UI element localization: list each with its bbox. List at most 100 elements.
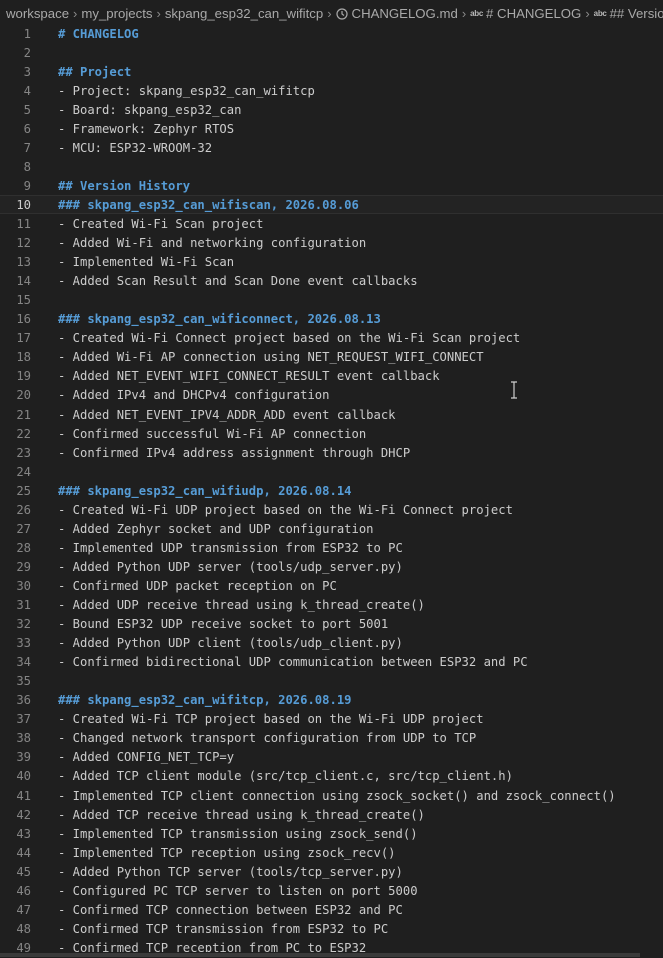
text-cursor-icon <box>509 381 519 399</box>
editor-line[interactable]: 46 - Configured PC TCP server to listen o… <box>0 881 663 900</box>
breadcrumb-item-workspace[interactable]: workspace <box>6 6 69 21</box>
editor-line[interactable]: 6 - Framework: Zephyr RTOS <box>0 119 663 138</box>
editor-line[interactable]: 40 - Added TCP client module (src/tcp_cli… <box>0 767 663 786</box>
editor-line[interactable]: 21 - Added NET_EVENT_IPV4_ADDR_ADD event … <box>0 405 663 424</box>
line-number: 1 <box>23 26 31 41</box>
line-text: - Implemented UDP transmission from ESP3… <box>58 540 403 555</box>
scrollbar-thumb[interactable] <box>0 953 640 957</box>
editor-line[interactable]: 4 - Project: skpang_esp32_can_wifitcp <box>0 81 663 100</box>
line-number: 23 <box>16 445 31 460</box>
line-number: 33 <box>16 636 31 651</box>
line-number: 6 <box>23 121 31 136</box>
breadcrumb-item-project-folder[interactable]: skpang_esp32_can_wifitcp <box>165 6 323 21</box>
line-number: 20 <box>16 388 31 403</box>
editor-line[interactable]: 23 - Confirmed IPv4 address assignment th… <box>0 443 663 462</box>
line-text: - Confirmed UDP packet reception on PC <box>58 578 337 593</box>
line-text: - Added Python TCP server (tools/tcp_ser… <box>58 864 403 879</box>
line-number: 31 <box>16 598 31 612</box>
line-text: - MCU: ESP32-WROOM-32 <box>58 140 213 155</box>
editor-line[interactable]: 3 ## Project <box>0 62 663 81</box>
editor-line[interactable]: 42 - Added TCP receive thread using k_thr… <box>0 805 663 824</box>
editor-line[interactable]: 30 - Confirmed UDP packet reception on PC <box>0 576 663 595</box>
editor-line[interactable]: 31 - Added UDP receive thread using k_thr… <box>0 596 663 615</box>
editor-line[interactable]: 47 - Confirmed TCP connection between ESP… <box>0 900 663 919</box>
editor-line[interactable]: 36 ### skpang_esp32_can_wifitcp, 2026.08.… <box>0 691 663 710</box>
editor-line[interactable]: 16 ### skpang_esp32_can_wificonnect, 2026… <box>0 310 663 329</box>
editor-line[interactable]: 41 - Implemented TCP client connection us… <box>0 786 663 805</box>
breadcrumb-item-changelog-symbol[interactable]: # CHANGELOG <box>486 6 581 21</box>
line-text: - Created Wi-Fi UDP project based on the… <box>58 502 513 517</box>
editor-line[interactable]: 2 <box>0 43 663 62</box>
editor-line[interactable]: 43 - Implemented TCP transmission using z… <box>0 824 663 843</box>
editor-line[interactable]: 5 - Board: skpang_esp32_can <box>0 100 663 119</box>
editor-line[interactable]: 22 - Confirmed successful Wi-Fi AP connec… <box>0 424 663 443</box>
line-text: - Added Python UDP server (tools/udp_ser… <box>58 559 403 574</box>
editor-line[interactable]: 25 ### skpang_esp32_can_wifiudp, 2026.08.… <box>0 481 663 500</box>
line-number: 19 <box>16 369 31 384</box>
line-text: - Implemented TCP transmission using zso… <box>58 826 418 841</box>
editor-line[interactable]: 37 - Created Wi-Fi TCP project based on t… <box>0 710 663 729</box>
line-text: - Added Wi-Fi AP connection using NET_RE… <box>58 350 484 365</box>
editor-line[interactable]: 7 - MCU: ESP32-WROOM-32 <box>0 138 663 157</box>
editor-line[interactable]: 19 - Added NET_EVENT_WIFI_CONNECT_RESULT … <box>0 367 663 386</box>
editor-line[interactable]: 44 - Implemented TCP reception using zsoc… <box>0 843 663 862</box>
editor-line[interactable]: 28 - Implemented UDP transmission from ES… <box>0 538 663 557</box>
editor-line[interactable]: 13 - Implemented Wi-Fi Scan <box>0 253 663 272</box>
line-number: 13 <box>16 255 31 270</box>
line-text: - Added TCP receive thread using k_threa… <box>58 807 425 822</box>
breadcrumb: workspace › my_projects › skpang_esp32_c… <box>0 0 663 27</box>
editor-line[interactable]: 20 - Added IPv4 and DHCPv4 configuration <box>0 386 663 405</box>
clock-icon <box>335 7 348 20</box>
editor-line[interactable]: 14 - Added Scan Result and Scan Done even… <box>0 272 663 291</box>
line-number: 45 <box>16 864 31 879</box>
line-text: - Implemented TCP client connection usin… <box>58 788 616 803</box>
line-text: - Added UDP receive thread using k_threa… <box>58 598 425 612</box>
line-number: 32 <box>16 617 31 632</box>
editor-line[interactable]: 24 <box>0 462 663 481</box>
line-number: 14 <box>16 274 31 289</box>
editor-line[interactable]: 18 - Added Wi-Fi AP connection using NET_… <box>0 348 663 367</box>
editor-line[interactable]: 12 - Added Wi-Fi and networking configura… <box>0 234 663 253</box>
editor-line[interactable]: 35 <box>0 672 663 691</box>
line-number: 9 <box>23 178 31 193</box>
editor-line[interactable]: 48 - Confirmed TCP transmission from ESP3… <box>0 919 663 938</box>
editor-line[interactable]: 11 - Created Wi-Fi Scan project <box>0 215 663 234</box>
line-text: - Added CONFIG_NET_TCP=y <box>58 750 235 765</box>
line-text: - Confirmed successful Wi-Fi AP connecti… <box>58 426 367 441</box>
editor-line[interactable]: 45 - Added Python TCP server (tools/tcp_s… <box>0 862 663 881</box>
markdown-heading: ## Project <box>58 64 132 79</box>
editor-line[interactable]: 10 ### skpang_esp32_can_wifiscan, 2026.08… <box>0 195 663 215</box>
editor-line[interactable]: 34 - Confirmed bidirectional UDP communic… <box>0 653 663 672</box>
line-text: - Added NET_EVENT_IPV4_ADDR_ADD event ca… <box>58 407 396 422</box>
code-editor[interactable]: 1 # CHANGELOG 2 3 ## Project 4- Project: skpa… <box>0 24 663 958</box>
editor-line[interactable]: 8 <box>0 157 663 176</box>
chevron-right-icon: › <box>327 6 332 21</box>
line-number: 8 <box>23 159 31 174</box>
line-number: 25 <box>16 483 31 498</box>
horizontal-scrollbar[interactable] <box>0 952 663 958</box>
editor-line[interactable]: 32 - Bound ESP32 UDP receive socket to po… <box>0 615 663 634</box>
editor-line[interactable]: 1 # CHANGELOG <box>0 24 663 43</box>
breadcrumb-item-file[interactable]: CHANGELOG.md <box>352 6 458 21</box>
editor-line[interactable]: 39 - Added CONFIG_NET_TCP=y <box>0 748 663 767</box>
editor-line[interactable]: 33 - Added Python UDP client (tools/udp_c… <box>0 634 663 653</box>
editor-line[interactable]: 29 - Added Python UDP server (tools/udp_s… <box>0 557 663 576</box>
line-text: - Implemented TCP reception using zsock_… <box>58 845 396 860</box>
editor-line[interactable]: 26 - Created Wi-Fi UDP project based on t… <box>0 500 663 519</box>
line-number: 41 <box>16 788 31 803</box>
breadcrumb-item-my-projects[interactable]: my_projects <box>81 6 152 21</box>
line-number: 40 <box>16 769 31 784</box>
breadcrumb-item-version-symbol[interactable]: ## Version <box>610 6 663 21</box>
editor-line[interactable]: 27 - Added Zephyr socket and UDP configur… <box>0 519 663 538</box>
editor-line[interactable]: 15 <box>0 291 663 310</box>
markdown-heading: ### skpang_esp32_can_wificonnect, 2026.0… <box>58 312 381 327</box>
line-text: - Implemented Wi-Fi Scan <box>58 255 235 270</box>
line-text: - Created Wi-Fi Connect project based on… <box>58 331 521 346</box>
editor-line[interactable]: 38 - Changed network transport configurat… <box>0 729 663 748</box>
line-number: 37 <box>16 712 31 727</box>
editor-line[interactable]: 9 ## Version History <box>0 176 663 195</box>
editor-line[interactable]: 17 - Created Wi-Fi Connect project based … <box>0 329 663 348</box>
markdown-heading: ## Version History <box>58 178 191 193</box>
line-text: - Confirmed TCP transmission from ESP32 … <box>58 921 389 936</box>
line-text: - Created Wi-Fi Scan project <box>58 217 264 231</box>
